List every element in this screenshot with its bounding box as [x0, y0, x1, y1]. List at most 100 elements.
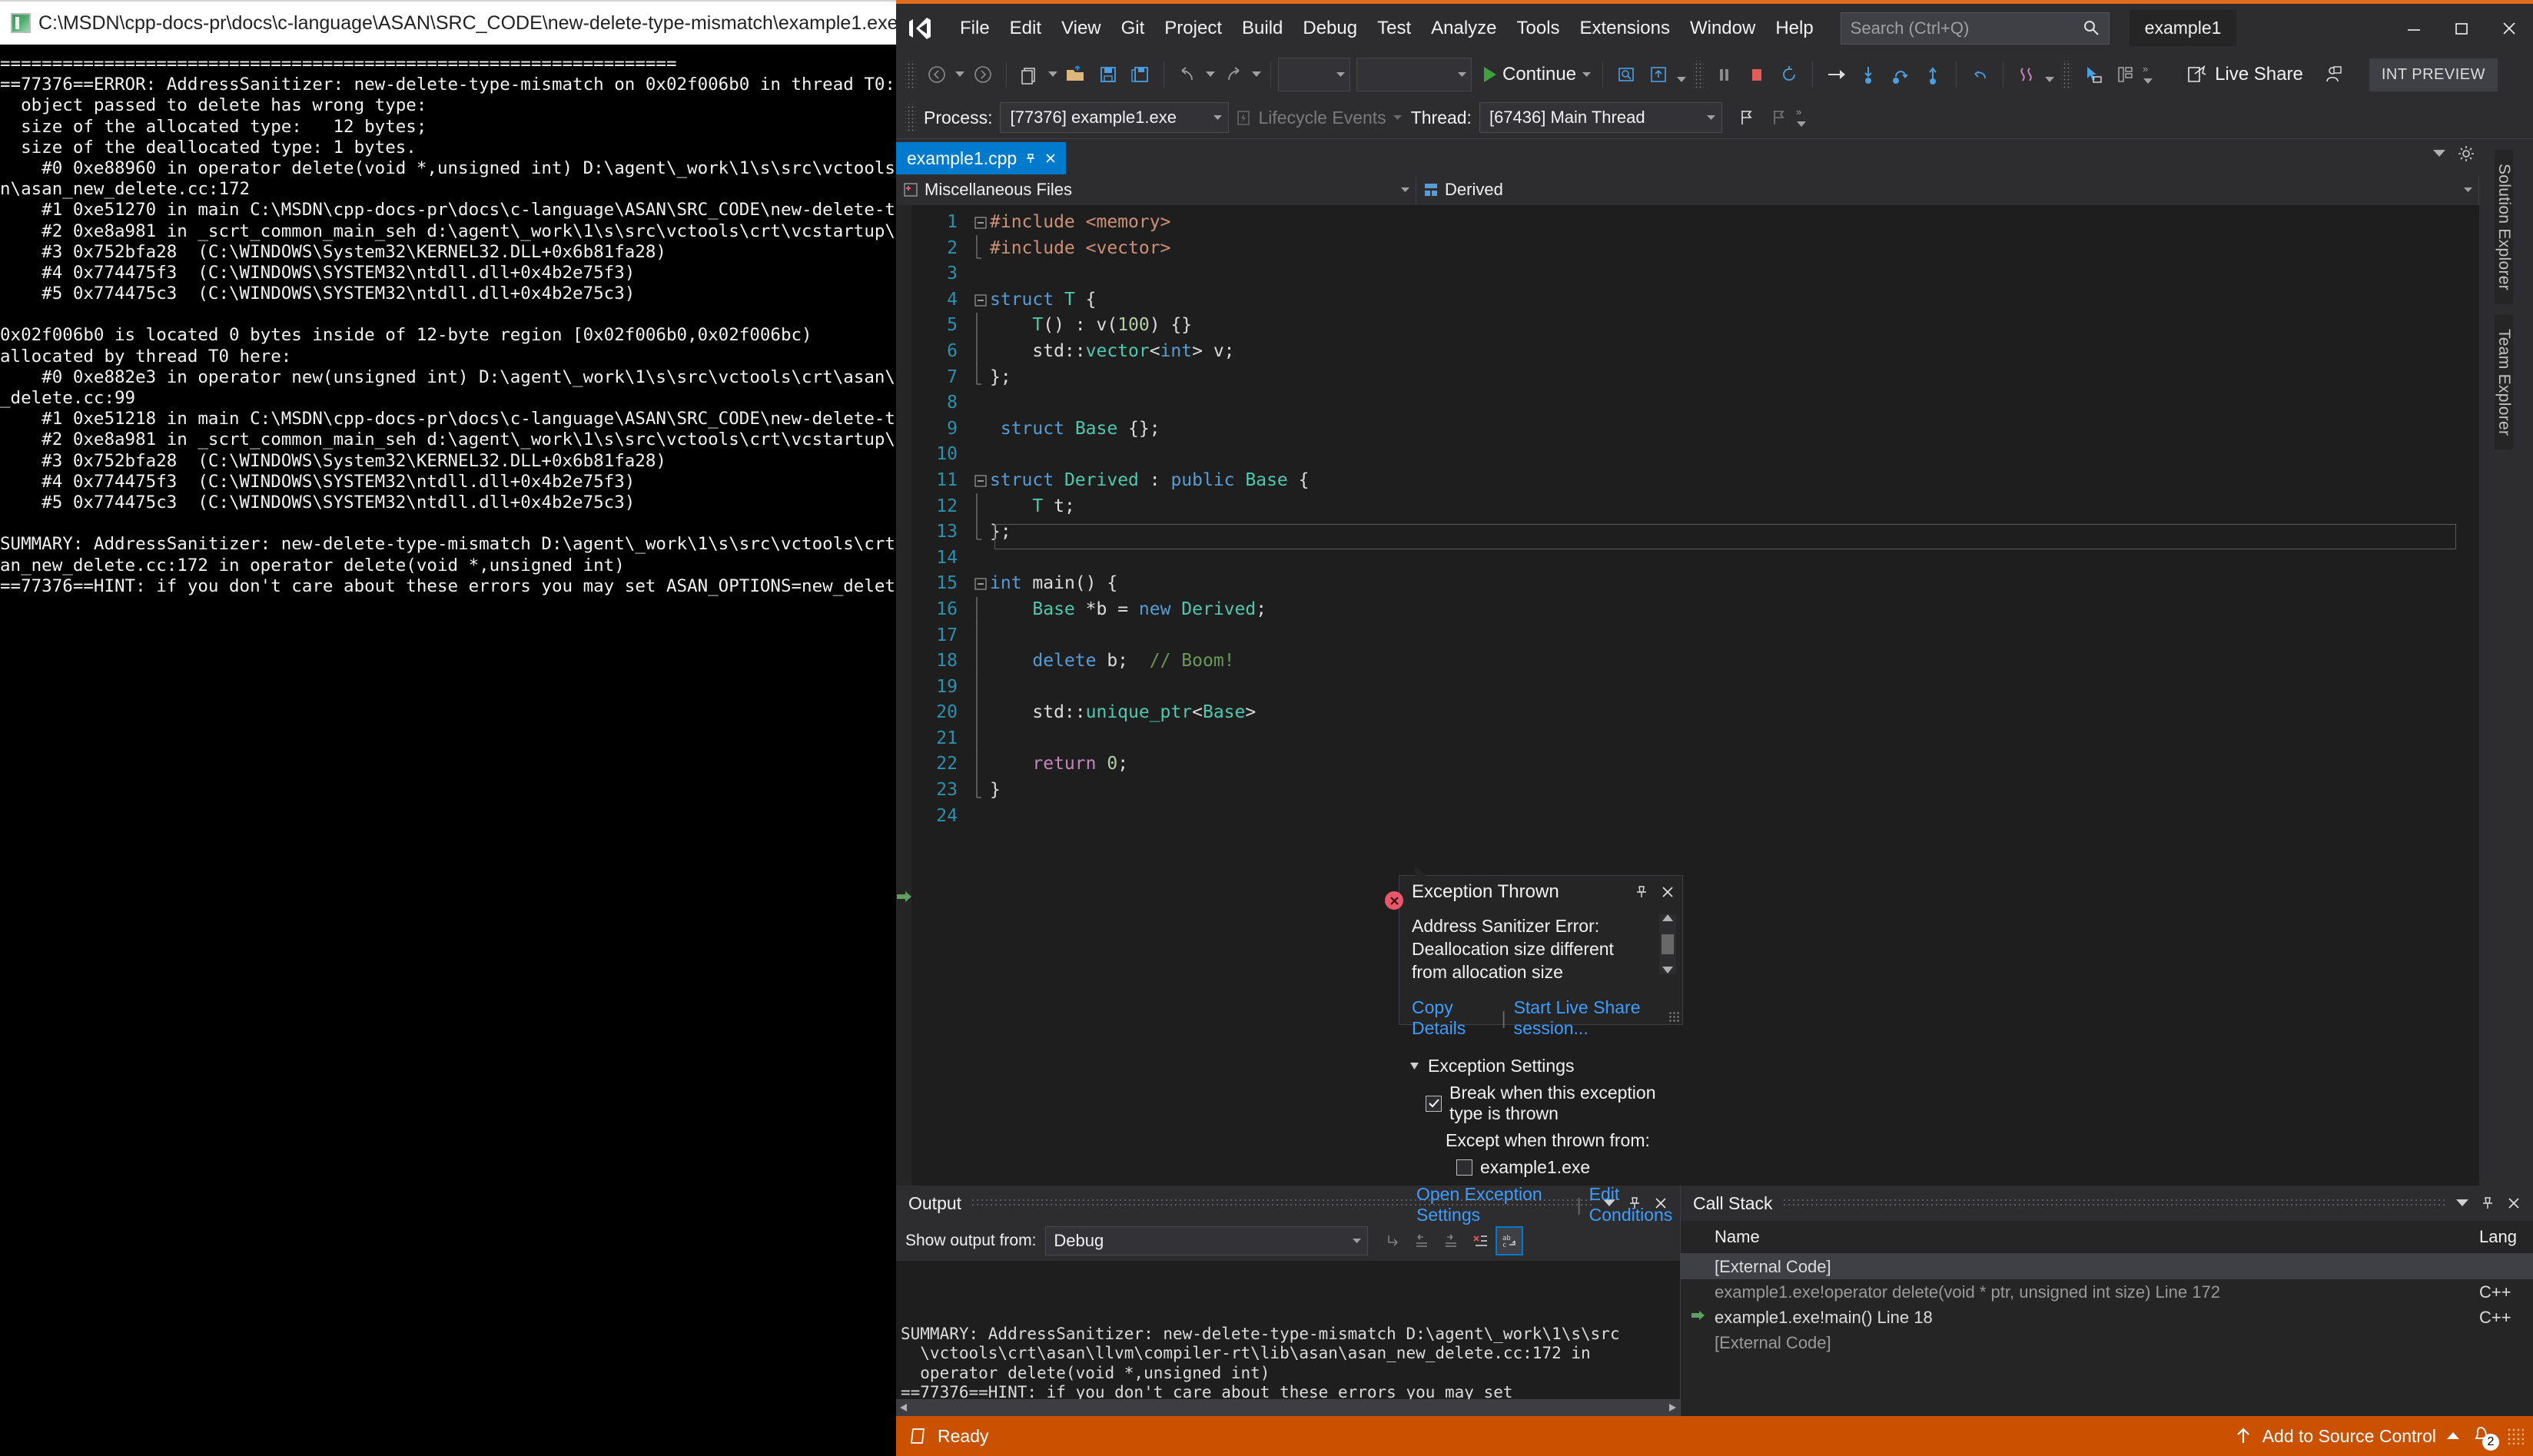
menu-item-tools[interactable]: Tools	[1507, 13, 1570, 44]
output-scrollbar[interactable]	[1663, 1261, 1680, 1399]
fold-indicator-icon[interactable]	[971, 519, 990, 546]
code-line[interactable]: 5 T() : v(100) {}	[911, 313, 2464, 340]
hot-reload-dropdown-icon[interactable]	[2043, 58, 2057, 91]
maximize-button[interactable]	[2438, 4, 2485, 52]
type-combo[interactable]: Derived	[1416, 175, 2479, 204]
scrollbar-thumb[interactable]	[1662, 934, 1674, 954]
solution-configuration-combo[interactable]	[1278, 58, 1350, 91]
exe-exclusion-row[interactable]: example1.exe	[1456, 1157, 1682, 1178]
previous-message-icon[interactable]	[1408, 1226, 1436, 1255]
break-when-thrown-row[interactable]: Break when this exception type is thrown	[1426, 1083, 1682, 1124]
fold-indicator-icon[interactable]	[971, 338, 990, 365]
fold-indicator-icon[interactable]	[971, 700, 990, 727]
continue-button[interactable]: Continue	[1478, 64, 1595, 85]
navigate-backward-icon[interactable]	[921, 58, 953, 91]
menu-item-window[interactable]: Window	[1680, 13, 1765, 44]
gear-icon[interactable]	[2458, 145, 2475, 162]
select-element-icon[interactable]	[2077, 58, 2109, 91]
save-icon[interactable]	[1092, 58, 1124, 91]
fold-indicator-icon[interactable]	[971, 674, 990, 701]
navigate-forward-icon[interactable]	[967, 58, 999, 91]
menu-item-debug[interactable]: Debug	[1293, 13, 1367, 44]
fold-indicator-icon[interactable]	[971, 648, 990, 675]
toolbar-overflow-icon[interactable]: »	[2141, 58, 2155, 91]
code-line[interactable]: 4 struct T {	[911, 287, 2464, 313]
close-button[interactable]	[2485, 4, 2533, 52]
code-line[interactable]: 18 delete b; // Boom!	[911, 648, 2464, 675]
code-line[interactable]: 3	[911, 261, 2464, 287]
fold-indicator-icon[interactable]	[971, 217, 990, 229]
search-box[interactable]	[1840, 12, 2110, 45]
break-all-icon[interactable]	[1708, 58, 1741, 91]
fold-indicator-icon[interactable]	[971, 235, 990, 261]
exception-settings-header[interactable]: Exception Settings	[1410, 1056, 1682, 1076]
menu-item-extensions[interactable]: Extensions	[1570, 13, 1680, 44]
chevron-down-icon[interactable]	[2456, 1199, 2468, 1207]
minimize-button[interactable]	[2390, 4, 2438, 52]
call-stack-rows[interactable]: [External Code] example1.exe!operator del…	[1681, 1254, 2533, 1355]
exception-thrown-popup[interactable]: Exception Thrown Address Sanitizer Error…	[1399, 865, 1683, 1225]
column-header-name[interactable]: Name	[1681, 1227, 2479, 1247]
code-line[interactable]: 12 T t;	[911, 493, 2464, 520]
code-line[interactable]: 11 struct Derived : public Base {	[911, 468, 2464, 494]
live-visual-tree-icon[interactable]	[2109, 58, 2141, 91]
fold-indicator-icon[interactable]	[971, 622, 990, 649]
toolbar-overflow-icon[interactable]	[1675, 58, 1688, 91]
search-input[interactable]	[1848, 17, 2083, 39]
redo-icon[interactable]	[1217, 58, 1250, 91]
stop-debugging-dropdown-icon[interactable]	[1642, 58, 1675, 91]
fold-indicator-icon[interactable]	[971, 777, 990, 804]
fold-indicator-icon[interactable]	[971, 493, 990, 520]
pin-icon[interactable]	[1024, 152, 1037, 164]
step-into-icon[interactable]	[1852, 58, 1884, 91]
code-line[interactable]: 24	[911, 804, 2464, 830]
resize-grip[interactable]	[1668, 1011, 1679, 1022]
step-back-icon[interactable]	[1964, 58, 1996, 91]
code-line[interactable]: 21	[911, 725, 2464, 752]
navigate-backward-dropdown-icon[interactable]	[953, 58, 967, 91]
menu-item-project[interactable]: Project	[1154, 13, 1232, 44]
menu-item-analyze[interactable]: Analyze	[1421, 13, 1506, 44]
code-line[interactable]: 7};	[911, 364, 2464, 391]
code-line[interactable]: 10	[911, 442, 2464, 468]
new-project-dropdown-icon[interactable]	[1046, 58, 1060, 91]
call-stack-row[interactable]: example1.exe!main() Line 18 C++	[1681, 1305, 2533, 1330]
resize-grip[interactable]	[2507, 1428, 2524, 1444]
expander-triangle-icon[interactable]	[1410, 1061, 1420, 1071]
code-line[interactable]: 2 #include <vector>	[911, 235, 2464, 262]
code-line[interactable]: 6 std::vector<int> v;	[911, 338, 2464, 365]
restart-icon[interactable]	[1773, 58, 1805, 91]
code-line[interactable]: 15 int main() {	[911, 571, 2464, 597]
sidebar-tab-solution-explorer[interactable]: Solution Explorer	[2495, 150, 2513, 305]
menu-item-file[interactable]: File	[950, 13, 1000, 44]
flag-icon[interactable]	[1730, 101, 1762, 134]
exe-exclusion-checkbox[interactable]	[1456, 1159, 1472, 1176]
project-combo[interactable]: Miscellaneous Files	[896, 175, 1416, 204]
fold-indicator-icon[interactable]	[971, 294, 990, 307]
console-titlebar[interactable]: C:\MSDN\cpp-docs-pr\docs\c-language\ASAN…	[0, 0, 896, 45]
next-message-icon[interactable]	[1437, 1226, 1465, 1255]
menu-bar[interactable]: File Edit View Git Project Build Debug Test Anal…	[950, 13, 1824, 44]
flag-only-icon[interactable]	[1762, 101, 1794, 134]
code-line[interactable]: 20 std::unique_ptr<Base>	[911, 700, 2464, 727]
step-out-icon[interactable]	[1917, 58, 1949, 91]
column-header-lang[interactable]: Lang	[2479, 1227, 2533, 1247]
close-icon[interactable]	[2507, 1196, 2521, 1210]
save-all-icon[interactable]	[1124, 58, 1157, 91]
close-icon[interactable]	[1661, 885, 1675, 899]
menu-item-help[interactable]: Help	[1765, 13, 1823, 44]
step-over-icon[interactable]	[1884, 58, 1917, 91]
exception-message-scrollbar[interactable]	[1659, 914, 1676, 974]
code-line[interactable]: 9 struct Base {};	[911, 416, 2464, 443]
notifications-button[interactable]: 2	[2470, 1423, 2499, 1451]
close-icon[interactable]	[1044, 152, 1057, 164]
toolbar-grip[interactable]	[2061, 61, 2073, 88]
output-horizontal-scrollbar[interactable]	[896, 1399, 1680, 1416]
show-next-statement-icon[interactable]	[1820, 58, 1852, 91]
toggle-word-wrap-icon[interactable]: ab c	[1496, 1226, 1524, 1255]
toolbar-grip[interactable]	[1693, 61, 1705, 88]
code-line[interactable]: 8	[911, 390, 2464, 416]
toolbar-grip[interactable]	[905, 104, 916, 131]
open-exception-settings-link[interactable]: Open Exception Settings	[1416, 1184, 1569, 1225]
chevron-down-icon[interactable]	[2433, 150, 2445, 158]
